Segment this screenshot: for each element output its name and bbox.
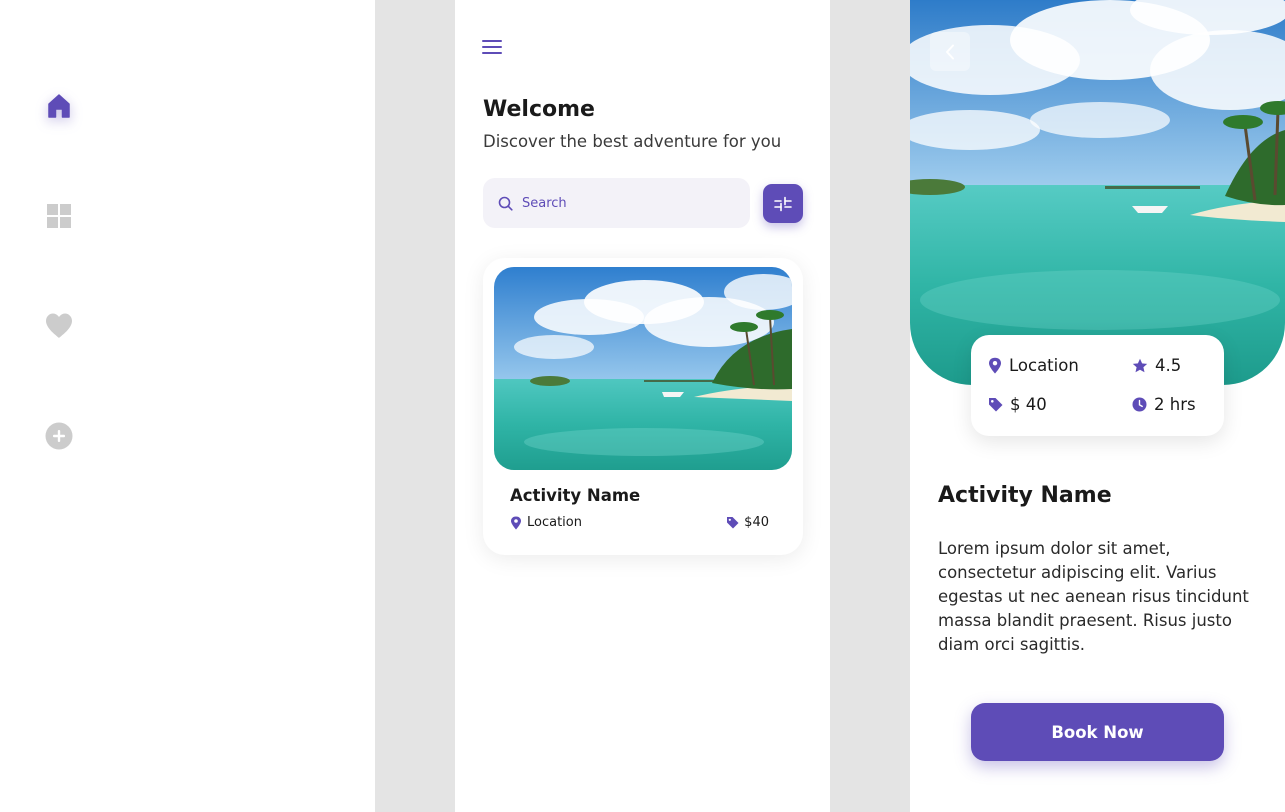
activity-image <box>494 267 792 470</box>
info-price: $ 40 <box>988 395 1047 414</box>
search-bar[interactable] <box>483 178 750 228</box>
grid-icon <box>47 204 71 228</box>
hamburger-menu-icon[interactable] <box>482 38 502 56</box>
activity-info-card: Location 4.5 $ 40 2 hrs <box>971 335 1224 436</box>
search-icon <box>497 195 513 211</box>
book-now-button[interactable]: Book Now <box>971 703 1224 761</box>
sliders-icon <box>774 196 792 211</box>
nav-item-add[interactable] <box>44 421 74 451</box>
chevron-left-icon <box>946 44 954 59</box>
filter-button[interactable] <box>763 184 803 223</box>
back-button[interactable] <box>930 32 970 71</box>
activity-price: $40 <box>726 515 769 530</box>
navigation-panel <box>0 0 375 812</box>
nav-item-grid[interactable] <box>44 201 74 231</box>
add-circle-icon <box>45 422 73 450</box>
activity-name: Activity Name <box>510 486 641 505</box>
info-location-label: Location <box>1009 356 1079 375</box>
activity-price-label: $40 <box>744 515 769 530</box>
home-screen: Welcome Discover the best adventure for … <box>455 0 830 812</box>
activity-title: Activity Name <box>938 483 1112 508</box>
star-icon <box>1132 358 1148 372</box>
info-location: Location <box>988 356 1079 375</box>
price-tag-icon <box>727 517 739 529</box>
detail-screen: Location 4.5 $ 40 2 hrs Activity Name Lo… <box>910 0 1285 812</box>
info-duration: 2 hrs <box>1132 395 1196 414</box>
page-subtitle: Discover the best adventure for you <box>483 132 782 151</box>
page-title: Welcome <box>483 97 595 122</box>
gutter-right <box>830 0 910 812</box>
info-rating: 4.5 <box>1132 356 1181 375</box>
info-price-label: $ 40 <box>1010 395 1047 414</box>
search-input[interactable] <box>522 195 722 211</box>
info-rating-label: 4.5 <box>1155 356 1182 375</box>
home-icon <box>48 94 70 118</box>
location-pin-icon <box>511 516 521 529</box>
price-tag-icon <box>989 398 1003 412</box>
activity-meta: Location $40 <box>510 515 769 530</box>
activity-location-label: Location <box>527 515 582 530</box>
gutter-left <box>375 0 455 812</box>
activity-location: Location <box>510 515 582 530</box>
location-pin-icon <box>989 357 1001 374</box>
info-duration-label: 2 hrs <box>1154 395 1196 414</box>
activity-card[interactable]: Activity Name Location $40 <box>483 258 803 555</box>
activity-description: Lorem ipsum dolor sit amet, consectetur … <box>938 539 1249 654</box>
nav-item-favorites[interactable] <box>44 311 74 341</box>
heart-icon <box>46 313 72 338</box>
nav-item-home[interactable] <box>44 91 74 121</box>
clock-icon <box>1132 397 1147 412</box>
